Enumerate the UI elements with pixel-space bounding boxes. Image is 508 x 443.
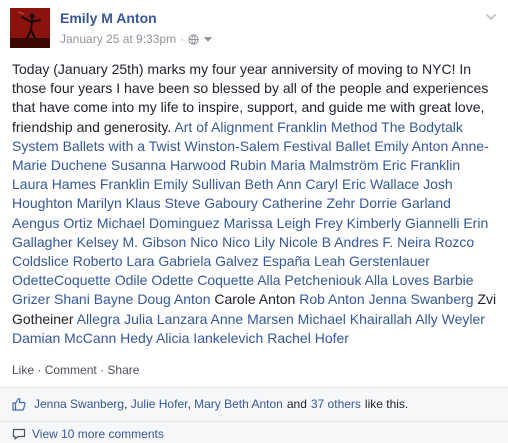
tagged-link[interactable]: Nico Nico Lily (190, 234, 275, 250)
likes-bar: Jenna Swanberg, Julie Hofer, Mary Beth A… (0, 387, 508, 421)
tagged-link[interactable]: España Leah Gerstenlauer (263, 253, 430, 269)
post-actions: Like · Comment · Share (12, 363, 139, 377)
tag-list: Art of Alignment Franklin Method The Bod… (12, 119, 489, 308)
tagged-link[interactable]: Gabriela Galvez (158, 253, 258, 269)
dancer-photo-icon (10, 8, 50, 48)
liker-link[interactable]: Jenna Swanberg (34, 397, 124, 411)
tagged-link[interactable]: Grizer (12, 291, 50, 307)
tagged-link[interactable]: Art of Alignment (174, 119, 273, 135)
tagged-link[interactable]: Coldslice (12, 253, 69, 269)
tagged-link[interactable]: Emily Anton (374, 138, 448, 154)
tagged-link[interactable]: Julia Lanzara (124, 311, 207, 327)
tagged-link[interactable]: Roberto Lara (73, 253, 155, 269)
tagged-link[interactable]: Emily Sullivan (154, 176, 241, 192)
tagged-link[interactable]: Aengus Ortiz (12, 215, 93, 231)
tagged-link[interactable]: Winston-Salem Festival Ballet (184, 138, 370, 154)
tagged-link[interactable]: Hedy Alicia Iankelevich (120, 330, 263, 346)
tagged-link[interactable]: Kelsey M. Gibson (77, 234, 187, 250)
author-name[interactable]: Emily M Anton (60, 10, 157, 26)
tagged-link[interactable]: Ally Weyler (415, 311, 485, 327)
tagged-link[interactable]: Damian McCann (12, 330, 116, 346)
tagged-link[interactable]: Kimberly Giannelli (347, 215, 460, 231)
tagged-link[interactable]: Nicole B Andres (279, 234, 379, 250)
tagged-link[interactable]: Steve Gaboury (165, 195, 258, 211)
tagged-link[interactable]: Maria Malmström (270, 157, 378, 173)
post-timestamp[interactable]: January 25 at 9:33pm (60, 32, 176, 46)
liker-link[interactable]: Julie Hofer (131, 397, 188, 411)
tagged-link[interactable]: Rachel Hofer (267, 330, 349, 346)
post-text: Today (January 25th) marks my four year … (12, 60, 498, 348)
action-separator: · (100, 363, 105, 377)
tagged-link[interactable]: OdetteCoquette (12, 272, 111, 288)
plain-name: Carole Anton (214, 291, 296, 308)
tagged-link[interactable]: Beth Ann Caryl (245, 176, 338, 192)
post-meta: January 25 at 9:33pm · (60, 32, 213, 46)
like-link[interactable]: Like (12, 363, 34, 377)
likers-list: Jenna Swanberg, Julie Hofer, Mary Beth A… (34, 397, 283, 411)
tagged-link[interactable]: Ballets with a Twist (63, 138, 181, 154)
tagged-link[interactable]: Jenna Swanberg (369, 291, 474, 307)
tagged-link[interactable]: Doug Anton (137, 291, 210, 307)
tagged-link[interactable]: Dorrie Garland (359, 195, 451, 211)
others-link[interactable]: 37 others (311, 397, 361, 411)
share-link[interactable]: Share (107, 363, 139, 377)
feed-post: Emily M Anton January 25 at 9:33pm · Tod… (0, 0, 508, 443)
tagged-link[interactable]: Eric Franklin (382, 157, 460, 173)
tag-list: Allegra Julia Lanzara Anne Marsen Michae… (12, 311, 485, 346)
likes-suffix: like this. (364, 397, 409, 411)
tagged-link[interactable]: Alla Petcheniouk (257, 272, 361, 288)
tagged-link[interactable]: Marissa Leigh Frey (224, 215, 343, 231)
audience-caret-icon[interactable] (204, 36, 213, 42)
view-more-comments-link[interactable]: View 10 more comments (32, 427, 164, 441)
likes-and: and (286, 397, 307, 411)
comment-link[interactable]: Comment (45, 363, 97, 377)
comment-bubble-icon (12, 428, 26, 440)
chevron-down-icon[interactable] (484, 10, 498, 24)
tagged-link[interactable]: Catherine Zehr (262, 195, 355, 211)
tagged-link[interactable]: Odile Odette Coquette (115, 272, 254, 288)
tagged-link[interactable]: Anne Marsen (211, 311, 294, 327)
tagged-link[interactable]: Alla Loves Barbie (365, 272, 474, 288)
tagged-link[interactable]: Marilyn Klaus (77, 195, 161, 211)
tagged-link[interactable]: Allegra (77, 311, 121, 327)
tag-list: Rob Anton Jenna Swanberg (299, 291, 473, 307)
liker-link[interactable]: Mary Beth Anton (194, 397, 283, 411)
tagged-link[interactable]: Susanna Harwood Rubin (111, 157, 267, 173)
tagged-link[interactable]: Rob Anton (299, 291, 364, 307)
tagged-link[interactable]: Laura Hames Franklin (12, 176, 150, 192)
avatar[interactable] (10, 8, 50, 48)
tagged-link[interactable]: Shani Bayne (54, 291, 133, 307)
post-header: Emily M Anton January 25 at 9:33pm · (10, 8, 498, 48)
globe-icon[interactable] (188, 33, 199, 45)
tagged-link[interactable]: Franklin Method (277, 119, 377, 135)
action-separator: · (37, 363, 42, 377)
thumbs-up-icon (12, 397, 26, 411)
meta-separator: · (180, 32, 185, 46)
tagged-link[interactable]: F. Neira Rozco (382, 234, 474, 250)
tagged-link[interactable]: Eric Wallace (342, 176, 419, 192)
more-comments-bar: View 10 more comments (0, 421, 508, 443)
tagged-link[interactable]: Michael Dominguez (97, 215, 220, 231)
tagged-link[interactable]: Michael Khairallah (298, 311, 412, 327)
